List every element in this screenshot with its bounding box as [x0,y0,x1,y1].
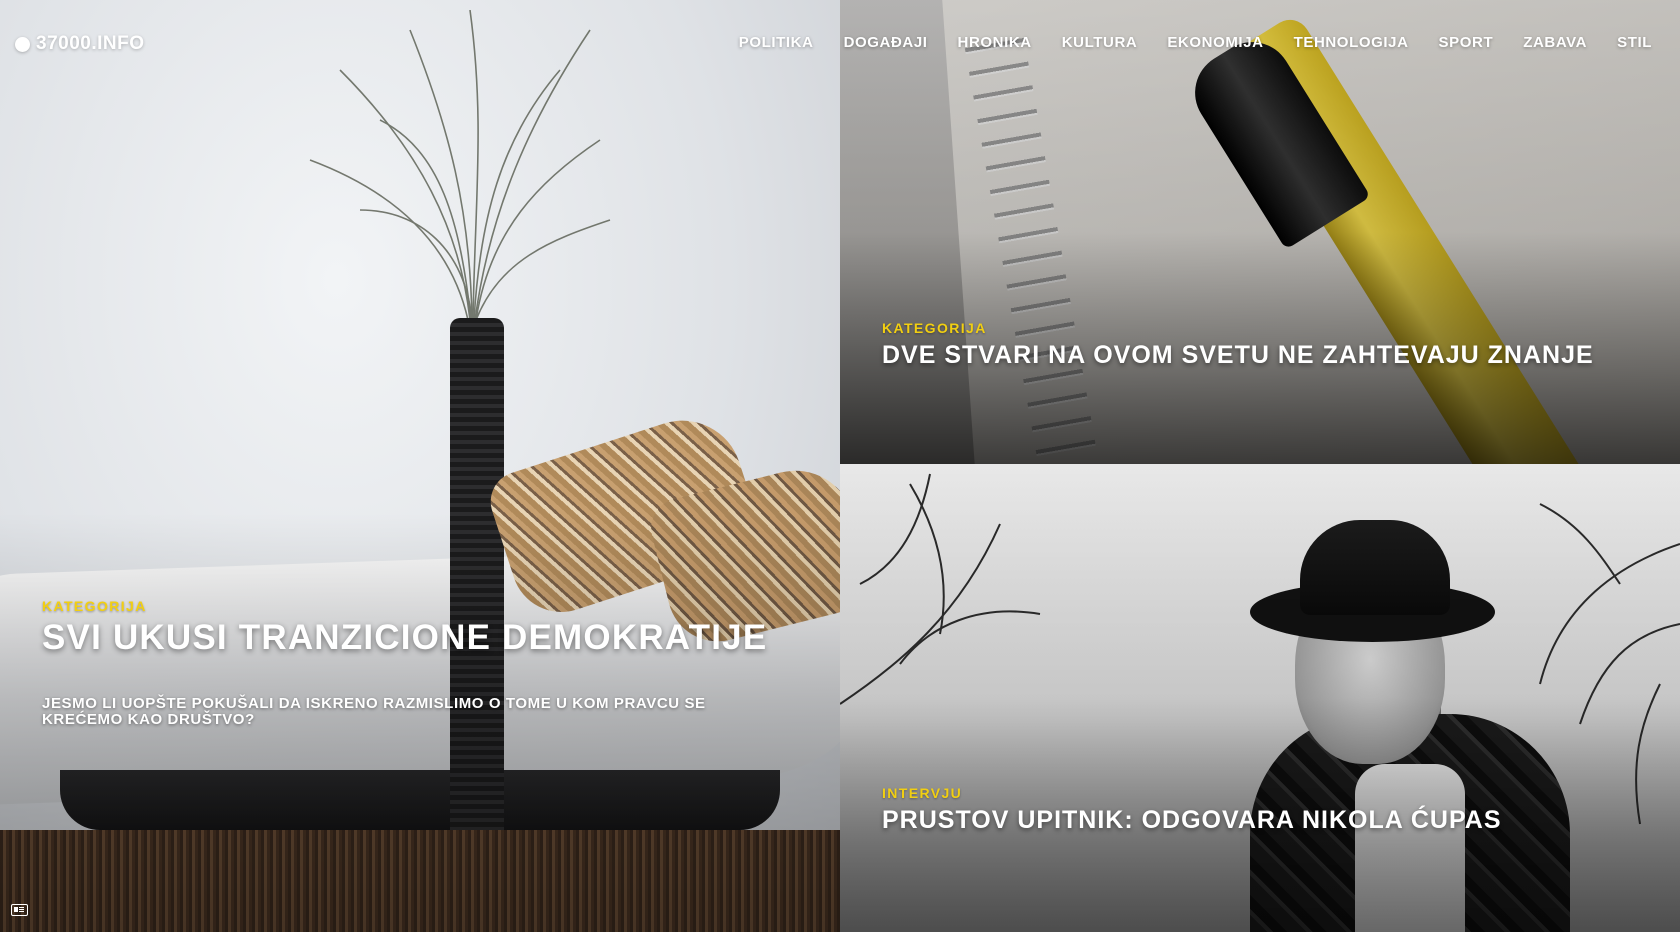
image-overlay [0,0,840,932]
nav-item-hronika[interactable]: HRONIKA [958,34,1032,51]
nav-item-stil[interactable]: STIL [1617,34,1652,51]
article-category[interactable]: INTERVJU [882,785,1662,801]
circle-icon [15,36,30,52]
nav-item-kultura[interactable]: KULTURA [1062,34,1138,51]
nav-item-dogadjaji[interactable]: DOGAĐAJI [844,34,928,51]
logo-text: 37000.INFO [36,33,145,54]
featured-article-main[interactable]: KATEGORIJA SVI UKUSI TRANZICIONE DEMOKRA… [0,0,840,932]
article-title[interactable]: SVI UKUSI TRANZICIONE DEMOKRATIJE [42,618,822,658]
article-title[interactable]: PRUSTOV UPITNIK: ODGOVARA NIKOLA ĆUPAS [882,805,1662,835]
article-caption: INTERVJU PRUSTOV UPITNIK: ODGOVARA NIKOL… [882,785,1662,835]
article-card-bottom-right[interactable]: INTERVJU PRUSTOV UPITNIK: ODGOVARA NIKOL… [840,464,1680,932]
article-caption: KATEGORIJA DVE STVARI NA OVOM SVETU NE Z… [882,320,1662,370]
article-category[interactable]: KATEGORIJA [882,320,1662,336]
newspaper-icon[interactable] [11,904,28,916]
image-overlay [840,464,1680,932]
nav-item-politika[interactable]: POLITIKA [739,34,814,51]
main-nav: POLITIKA DOGAĐAJI HRONIKA KULTURA EKONOM… [709,34,1652,51]
nav-item-sport[interactable]: SPORT [1439,34,1494,51]
page: KATEGORIJA SVI UKUSI TRANZICIONE DEMOKRA… [0,0,1680,932]
site-logo[interactable]: 37000.INFO [15,33,145,55]
site-header: 37000.INFO POLITIKA DOGAĐAJI HRONIKA KUL… [0,0,1680,88]
article-title[interactable]: DVE STVARI NA OVOM SVETU NE ZAHTEVAJU ZN… [882,340,1662,370]
nav-item-zabava[interactable]: ZABAVA [1523,34,1587,51]
article-excerpt: JESMO LI UOPŠTE POKUŠALI DA ISKRENO RAZM… [42,695,706,728]
article-category[interactable]: KATEGORIJA [42,598,822,614]
nav-item-ekonomija[interactable]: EKONOMIJA [1167,34,1263,51]
nav-item-tehnologija[interactable]: TEHNOLOGIJA [1294,34,1409,51]
article-caption: KATEGORIJA SVI UKUSI TRANZICIONE DEMOKRA… [42,598,822,728]
